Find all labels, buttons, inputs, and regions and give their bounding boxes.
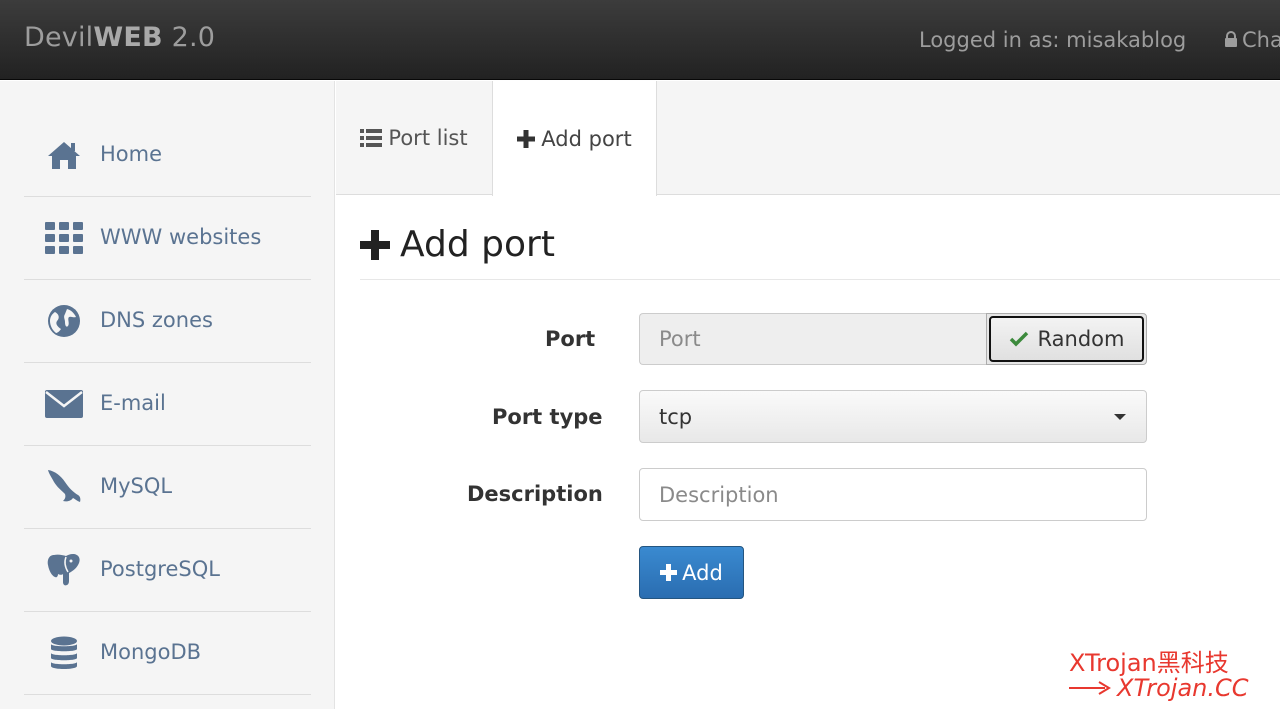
page-title-text: Add port (400, 224, 555, 265)
arrow-right-icon (1069, 681, 1111, 695)
page-title: Add port (360, 224, 555, 265)
random-port-button[interactable]: Random (986, 313, 1147, 365)
port-placeholder: Port (659, 327, 701, 351)
tab-add-port[interactable]: Add port (492, 81, 657, 196)
description-label: Description (467, 482, 603, 506)
sidebar-item-label: MongoDB (100, 640, 202, 664)
sidebar-item-mongodb[interactable]: MongoDB (24, 612, 311, 695)
chevron-down-icon (1114, 414, 1126, 420)
database-icon (45, 634, 83, 672)
globe-icon (45, 302, 83, 340)
envelope-icon (45, 385, 83, 423)
add-button-label: Add (682, 560, 723, 585)
logged-in-status: Logged in as: misakablog (919, 28, 1187, 52)
tab-label: Port list (388, 126, 468, 150)
sidebar-item-dns-zones[interactable]: DNS zones (24, 280, 311, 363)
sidebar-item-postgresql[interactable]: PostgreSQL (24, 529, 311, 612)
plus-icon (660, 564, 678, 581)
random-label: Random (1037, 327, 1125, 351)
sidebar-item-label: MySQL (100, 474, 173, 498)
check-icon (1009, 331, 1029, 347)
change-password-label: Cha (1242, 28, 1280, 52)
random-button-face: Random (989, 316, 1144, 362)
plus-icon (517, 129, 536, 148)
sidebar-item-label: E-mail (100, 391, 166, 415)
tab-port-list[interactable]: Port list (336, 81, 492, 195)
sidebar-item-home[interactable]: Home (24, 114, 311, 197)
port-type-select[interactable]: tcp (639, 390, 1147, 443)
sidebar-item-label: PostgreSQL (100, 557, 220, 581)
description-input[interactable] (639, 468, 1147, 521)
tab-label: Add port (541, 126, 632, 151)
dolphin-icon (45, 468, 83, 506)
brand-logo[interactable]: DevilWEB 2.0 (24, 22, 215, 53)
elephant-icon (45, 551, 83, 589)
port-input[interactable]: Port (639, 313, 986, 365)
divider (360, 279, 1280, 280)
top-navbar: DevilWEB 2.0 Logged in as: misakablog Ch… (0, 0, 1280, 80)
sidebar: Home WWW websites DNS zones E-mail MySQL (0, 81, 335, 709)
sidebar-item-label: WWW websites (100, 225, 262, 249)
watermark-url: XTrojan.CC (1069, 674, 1249, 702)
sidebar-item-email[interactable]: E-mail (24, 363, 311, 446)
sidebar-item-mysql[interactable]: MySQL (24, 446, 311, 529)
port-type-label: Port type (492, 405, 603, 429)
port-type-value: tcp (659, 404, 693, 429)
tab-bar: Port list Add port (336, 81, 1280, 196)
port-label: Port (545, 327, 596, 351)
list-icon (360, 129, 383, 147)
sidebar-item-label: Home (100, 142, 163, 166)
sidebar-item-www-websites[interactable]: WWW websites (24, 197, 311, 280)
sidebar-item-label: DNS zones (100, 308, 213, 332)
lock-icon (1224, 29, 1238, 53)
brand-prefix: Devil (24, 22, 94, 53)
grid-icon (45, 219, 83, 257)
plus-icon (360, 229, 390, 260)
watermark-title: XTrojan黑科技 (1069, 649, 1229, 677)
change-password-link[interactable]: Cha (1224, 28, 1280, 53)
home-icon (45, 136, 83, 174)
brand-suffix: 2.0 (162, 22, 216, 53)
watermark-url-text: XTrojan.CC (1117, 674, 1249, 702)
add-button[interactable]: Add (639, 546, 744, 599)
brand-bold: WEB (93, 22, 163, 53)
